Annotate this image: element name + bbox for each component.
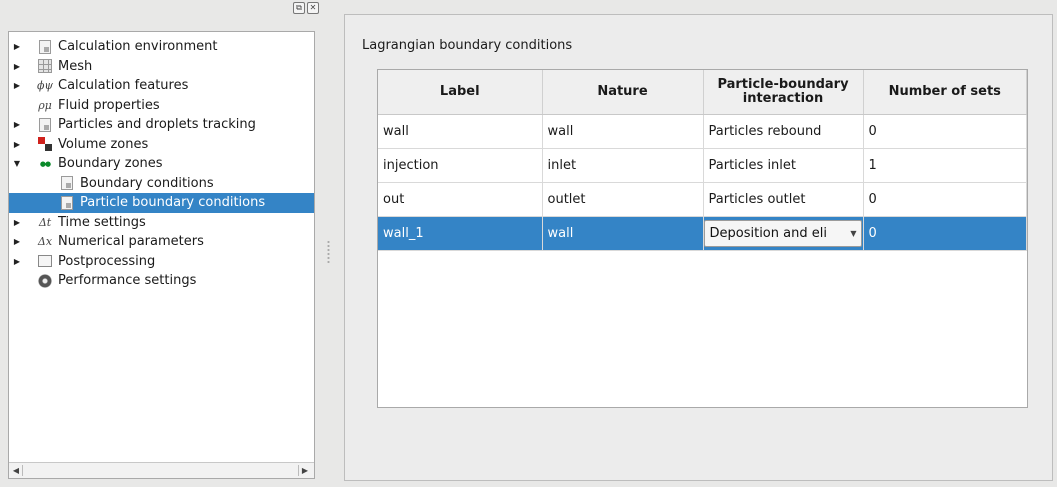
grid-icon	[37, 58, 53, 74]
expand-right-icon[interactable]: ▶	[12, 237, 22, 247]
tree-item[interactable]: ▶ Δx Numerical parameters	[9, 232, 314, 252]
gear-icon	[37, 273, 53, 289]
content-panel: Lagrangian boundary conditions Label Nat…	[344, 14, 1053, 481]
tree-item-label: Volume zones	[58, 136, 149, 152]
expand-right-icon[interactable]: ▶	[12, 256, 22, 266]
cell-nature[interactable]: outlet	[542, 182, 704, 217]
table-row[interactable]: wall_1 wall Deposition and eli ▼ 0	[378, 216, 1027, 251]
combobox-value: Deposition and eli	[709, 226, 827, 241]
cell-number-of-sets[interactable]: 0	[863, 182, 1027, 217]
tree-item[interactable]: ▶ Particles and droplets tracking	[9, 115, 314, 135]
tree-item-label: Postprocessing	[58, 253, 156, 269]
cell-number-of-sets[interactable]: 0	[863, 114, 1027, 149]
tree-item-label: Performance settings	[58, 273, 197, 289]
tree-item-label: Numerical parameters	[58, 234, 204, 250]
phi-psi-icon: ϕψ	[36, 79, 54, 93]
document-icon	[59, 195, 75, 211]
tree-item[interactable]: ▶ Postprocessing	[9, 252, 314, 272]
expand-right-icon[interactable]: ▶	[12, 217, 22, 227]
table-row[interactable]: injection inlet Particles inlet 1	[378, 148, 1027, 183]
column-header-interaction[interactable]: Particle-boundary interaction	[703, 70, 864, 115]
cell-interaction[interactable]: Particles rebound	[703, 114, 864, 149]
cell-nature[interactable]: inlet	[542, 148, 704, 183]
expand-right-icon[interactable]: ▶	[12, 61, 22, 71]
tree-item-label: Boundary conditions	[80, 175, 214, 191]
delta-x-icon: Δx	[37, 235, 53, 249]
dropdown-arrow-icon[interactable]: ▼	[847, 229, 861, 238]
cell-interaction[interactable]: Deposition and eli ▼	[703, 216, 864, 251]
tree-item[interactable]: ▶ Δt Time settings	[9, 213, 314, 233]
boundary-conditions-table: Label Nature Particle-boundary interactio…	[377, 69, 1028, 408]
delta-t-icon: Δt	[38, 215, 52, 229]
tree-item[interactable]: ▼ ●● Boundary zones	[9, 154, 314, 174]
scroll-left-icon[interactable]: ◀	[10, 465, 23, 476]
close-icon[interactable]: ✕	[307, 2, 319, 14]
cell-number-of-sets[interactable]: 0	[863, 216, 1027, 251]
tree-item[interactable]: Particle boundary conditions	[9, 193, 314, 213]
volume-icon	[37, 136, 53, 152]
cell-label[interactable]: wall	[378, 114, 543, 149]
tree-item[interactable]: ▶ Calculation environment	[9, 37, 314, 57]
interaction-combobox[interactable]: Deposition and eli ▼	[703, 220, 862, 247]
tree-item[interactable]: ▶ Mesh	[9, 57, 314, 77]
column-header-label[interactable]: Label	[378, 70, 543, 115]
cell-interaction[interactable]: Particles outlet	[703, 182, 864, 217]
tree-item-label: Fluid properties	[58, 97, 160, 113]
tree-item[interactable]: Boundary conditions	[9, 174, 314, 194]
expand-right-icon[interactable]: ▶	[12, 42, 22, 52]
cell-nature[interactable]: wall	[542, 216, 704, 251]
float-icon[interactable]: ⧉	[293, 2, 305, 14]
tree-item-label: Particle boundary conditions	[80, 195, 266, 211]
tree-item-label: Time settings	[58, 214, 146, 230]
tree-item-label: Calculation features	[58, 78, 189, 94]
splitter-handle[interactable]	[327, 240, 330, 264]
tree-item-label: Calculation environment	[58, 39, 218, 55]
cell-label[interactable]: injection	[378, 148, 543, 183]
scroll-right-icon[interactable]: ▶	[298, 465, 311, 476]
cell-number-of-sets[interactable]: 1	[863, 148, 1027, 183]
section-title: Lagrangian boundary conditions	[362, 38, 573, 53]
table-row[interactable]: wall wall Particles rebound 0	[378, 114, 1027, 149]
tree-item[interactable]: ▶ ϕψ Calculation features	[9, 76, 314, 96]
document-icon	[59, 175, 75, 191]
tree-item[interactable]: ▶ Volume zones	[9, 135, 314, 155]
rho-mu-icon: ρμ	[38, 98, 52, 112]
tree-item-label: Boundary zones	[58, 156, 163, 172]
chart-icon	[37, 253, 53, 269]
dock-buttons: ⧉ ✕	[293, 2, 319, 14]
cell-interaction[interactable]: Particles inlet	[703, 148, 864, 183]
expand-right-icon[interactable]: ▶	[12, 139, 22, 149]
tree-item[interactable]: Performance settings	[9, 271, 314, 291]
horizontal-scrollbar[interactable]: ◀ ▶	[9, 462, 314, 478]
expand-right-icon[interactable]: ▶	[12, 81, 22, 91]
column-header-nature[interactable]: Nature	[542, 70, 704, 115]
navigation-tree-panel: ▶ Calculation environment ▶ Mesh ▶ ϕψ Calculat…	[8, 31, 315, 479]
navigation-tree: ▶ Calculation environment ▶ Mesh ▶ ϕψ Calculat…	[9, 37, 314, 291]
cell-label[interactable]: wall_1	[378, 216, 543, 251]
boundary-icon: ●●	[39, 159, 51, 168]
table-row[interactable]: out outlet Particles outlet 0	[378, 182, 1027, 217]
cell-label[interactable]: out	[378, 182, 543, 217]
expand-down-icon[interactable]: ▼	[12, 159, 22, 169]
cell-nature[interactable]: wall	[542, 114, 704, 149]
tree-item-label: Particles and droplets tracking	[58, 117, 256, 133]
column-header-number-of-sets[interactable]: Number of sets	[863, 70, 1027, 115]
tree-item[interactable]: ρμ Fluid properties	[9, 96, 314, 116]
document-icon	[37, 117, 53, 133]
table-header-row: Label Nature Particle-boundary interactio…	[378, 70, 1027, 115]
expand-right-icon[interactable]: ▶	[12, 120, 22, 130]
document-icon	[37, 39, 53, 55]
tree-item-label: Mesh	[58, 58, 93, 74]
